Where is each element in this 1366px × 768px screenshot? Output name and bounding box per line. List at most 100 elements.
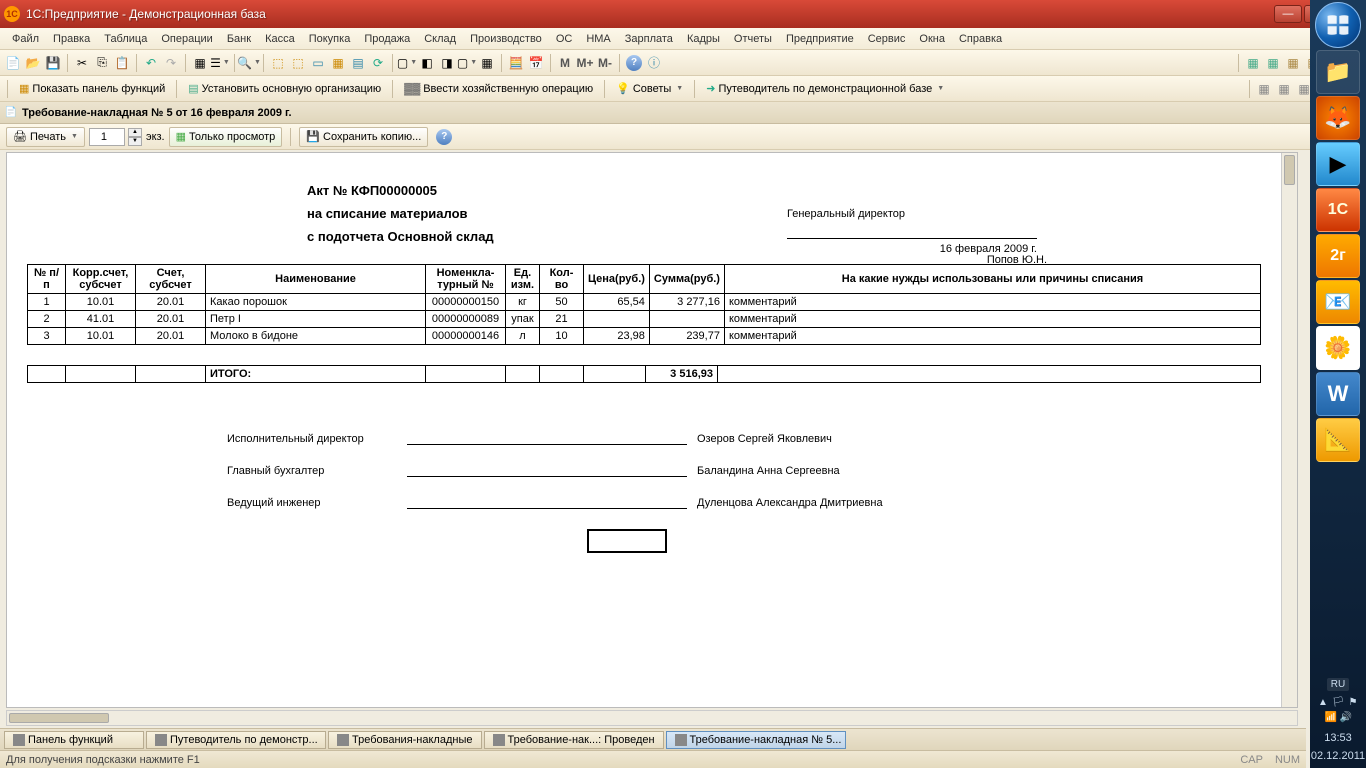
language-indicator[interactable]: RU [1327, 678, 1349, 691]
set-org-button[interactable]: ▤Установить основную организацию [182, 79, 387, 99]
tips-button[interactable]: 💡Советы▼ [610, 79, 689, 99]
preview-button[interactable]: ▦Только просмотр [169, 127, 283, 147]
zoom-icon[interactable]: 🔍▼ [240, 54, 258, 72]
list-icon[interactable]: ☰▼ [211, 54, 229, 72]
tb-icon-3[interactable]: ▭ [309, 54, 327, 72]
redo-icon[interactable]: ↷ [162, 54, 180, 72]
tb2-right-2[interactable]: ▦ [1275, 80, 1293, 98]
system-tray: RU ▲ 🏳 ⚑ 📶 🔊 13:53 02.12.2011 [1310, 674, 1366, 768]
qip-icon[interactable]: 🌼 [1316, 326, 1360, 370]
menu-salary[interactable]: Зарплата [619, 31, 679, 47]
menu-purchase[interactable]: Покупка [303, 31, 357, 47]
clock-time[interactable]: 13:53 [1310, 732, 1366, 744]
menu-reports[interactable]: Отчеты [728, 31, 778, 47]
window-tab[interactable]: Путеводитель по демонстр... [146, 731, 326, 749]
menubar: Файл Правка Таблица Операции Банк Касса … [0, 28, 1366, 50]
menu-help[interactable]: Справка [953, 31, 1008, 47]
copies-input[interactable] [89, 128, 125, 146]
clock-date[interactable]: 02.12.2011 [1310, 750, 1366, 762]
calc-icon[interactable]: 🧮 [507, 54, 525, 72]
app-yellow-icon[interactable]: 📐 [1316, 418, 1360, 462]
copy-icon[interactable]: ⎘ [93, 54, 111, 72]
window-tab[interactable]: Требование-нак...: Проведен [484, 731, 664, 749]
save-copy-button[interactable]: 💾Сохранить копию... [299, 127, 428, 147]
m-minus-icon[interactable]: M- [596, 54, 614, 72]
tb-icon-1[interactable]: ⬚ [269, 54, 287, 72]
menu-edit[interactable]: Правка [47, 31, 96, 47]
tb-icon-4[interactable]: ▦ [329, 54, 347, 72]
1c-app-icon[interactable]: 1C [1316, 188, 1360, 232]
doc-help-icon[interactable]: ? [436, 129, 452, 145]
print-button[interactable]: 🖨Печать▼ [6, 127, 85, 147]
doc-title-act: Акт № КФП00000005 [307, 183, 1027, 198]
info-icon[interactable]: ⓘ [645, 54, 663, 72]
outlook-icon[interactable]: 📧 [1316, 280, 1360, 324]
m-plus-icon[interactable]: M+ [576, 54, 594, 72]
help-toolbar-icon[interactable]: ? [625, 54, 643, 72]
vertical-scrollbar[interactable] [1281, 153, 1297, 707]
menu-windows[interactable]: Окна [913, 31, 951, 47]
tb-right-2[interactable]: ▦ [1264, 54, 1282, 72]
window-tab[interactable]: Требование-накладная № 5... [666, 731, 846, 749]
copies-down[interactable]: ▼ [128, 137, 142, 146]
tb2-right-1[interactable]: ▦ [1255, 80, 1273, 98]
th-qty: Кол-во [540, 265, 584, 294]
tray-network-icon[interactable]: 📶 [1325, 712, 1337, 724]
window-tab[interactable]: Требования-накладные [328, 731, 482, 749]
table-row: 110.0120.01Какао порошок00000000150кг506… [28, 294, 1261, 311]
horizontal-scrollbar[interactable] [6, 710, 1298, 726]
menu-operations[interactable]: Операции [155, 31, 218, 47]
window-tab[interactable]: Панель функций [4, 731, 144, 749]
tb-icon-6[interactable]: ▢▼ [398, 54, 416, 72]
save-icon[interactable]: 💾 [44, 54, 62, 72]
menu-enterprise[interactable]: Предприятие [780, 31, 860, 47]
menu-os[interactable]: ОС [550, 31, 579, 47]
menu-cash[interactable]: Касса [259, 31, 301, 47]
open-icon[interactable]: 📂 [24, 54, 42, 72]
word-icon[interactable]: W [1316, 372, 1360, 416]
menu-table[interactable]: Таблица [98, 31, 153, 47]
tb-icon-10[interactable]: ▦ [478, 54, 496, 72]
app-2gis-icon[interactable]: 2г [1316, 234, 1360, 278]
tray-action-icon[interactable]: ⚑ [1347, 697, 1359, 709]
calendar-icon[interactable]: 📅 [527, 54, 545, 72]
media-player-icon[interactable]: ▶ [1316, 142, 1360, 186]
guide-button[interactable]: ➜Путеводитель по демонстрационной базе▼ [700, 79, 950, 99]
enter-op-button[interactable]: ▓▓Ввести хозяйственную операцию [398, 79, 599, 99]
m-icon[interactable]: M [556, 54, 574, 72]
menu-production[interactable]: Производство [464, 31, 548, 47]
undo-icon[interactable]: ↶ [142, 54, 160, 72]
tb-right-1[interactable]: ▦ [1244, 54, 1262, 72]
tb-icon-5[interactable]: ▤ [349, 54, 367, 72]
windows-sidebar: 📁 🦊 ▶ 1C 2г 📧 🌼 W 📐 RU ▲ 🏳 ⚑ 📶 🔊 13:53 0… [1310, 0, 1366, 768]
tray-expand-icon[interactable]: ▲ [1317, 697, 1329, 709]
cut-icon[interactable]: ✂ [73, 54, 91, 72]
menu-sale[interactable]: Продажа [358, 31, 416, 47]
tb-icon-7[interactable]: ◧ [418, 54, 436, 72]
menu-file[interactable]: Файл [6, 31, 45, 47]
stamp-placeholder [587, 529, 667, 553]
tray-volume-icon[interactable]: 🔊 [1340, 712, 1352, 724]
start-button[interactable] [1315, 2, 1361, 48]
menu-service[interactable]: Сервис [862, 31, 912, 47]
tb-icon-8[interactable]: ◨ [438, 54, 456, 72]
th-sum: Сумма(руб.) [649, 265, 724, 294]
firefox-icon[interactable]: 🦊 [1316, 96, 1360, 140]
new-icon[interactable]: 📄 [4, 54, 22, 72]
paste-icon[interactable]: 📋 [113, 54, 131, 72]
menu-warehouse[interactable]: Склад [418, 31, 462, 47]
approver-role: Генеральный директор [787, 208, 1037, 220]
tb-icon-2[interactable]: ⬚ [289, 54, 307, 72]
menu-nma[interactable]: НМА [580, 31, 616, 47]
menu-bank[interactable]: Банк [221, 31, 257, 47]
tb-icon-9[interactable]: ▢▼ [458, 54, 476, 72]
grid-icon[interactable]: ▦ [191, 54, 209, 72]
tb-right-3[interactable]: ▦ [1284, 54, 1302, 72]
tb-refresh-icon[interactable]: ⟳ [369, 54, 387, 72]
copies-up[interactable]: ▲ [128, 128, 142, 137]
show-panel-button[interactable]: ▦Показать панель функций [13, 79, 171, 99]
explorer-icon[interactable]: 📁 [1316, 50, 1360, 94]
minimize-button[interactable]: — [1274, 5, 1302, 23]
tray-flag-icon[interactable]: 🏳 [1332, 697, 1344, 709]
menu-hr[interactable]: Кадры [681, 31, 726, 47]
